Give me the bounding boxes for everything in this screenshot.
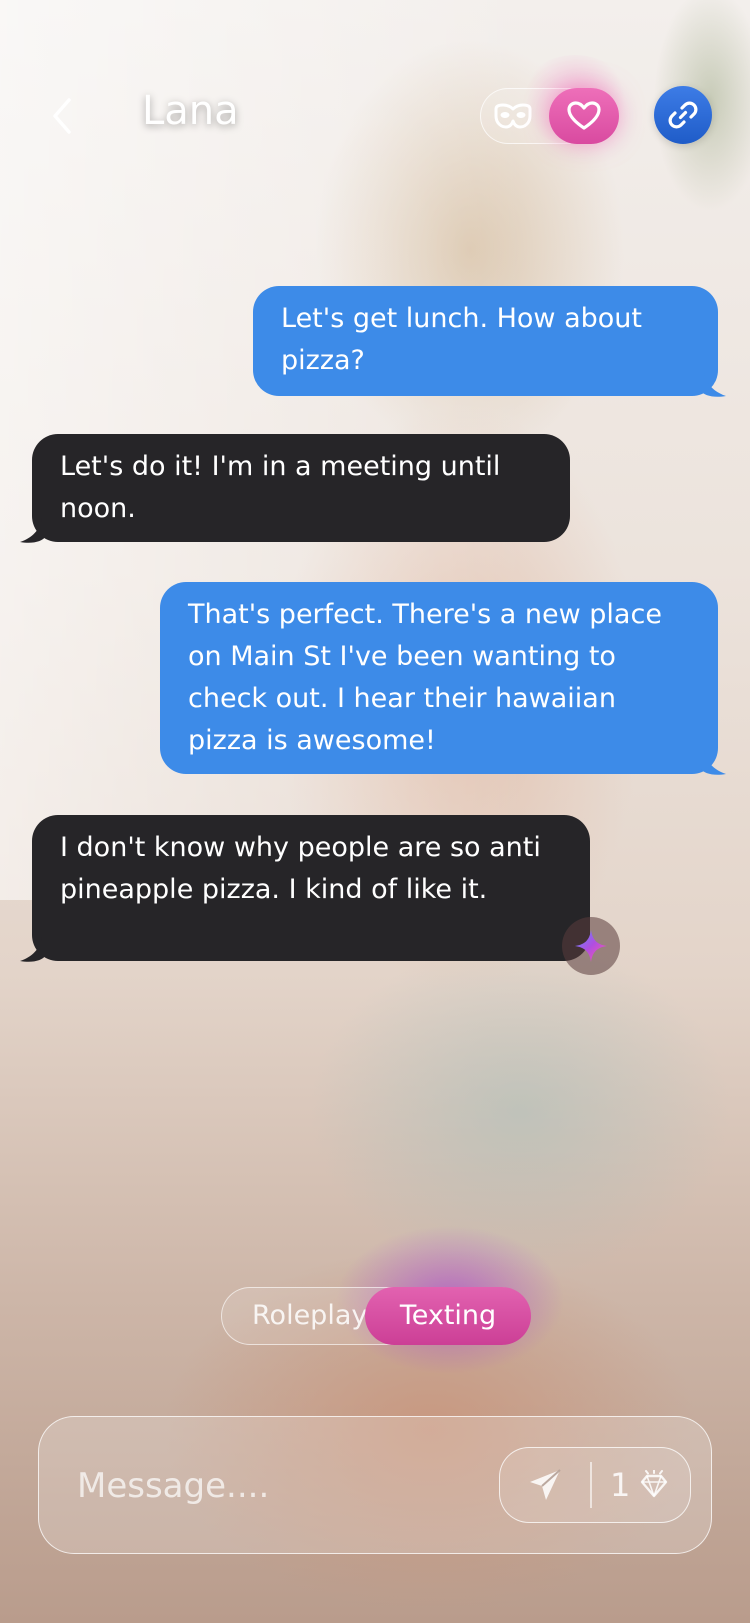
mode-toggle[interactable]: Roleplay Texting: [221, 1287, 531, 1345]
message-text: That's perfect. There's a new place on M…: [188, 599, 662, 756]
message-composer: 1: [38, 1416, 712, 1554]
gem-icon: [640, 1470, 668, 1498]
divider: [590, 1462, 592, 1508]
bubble-tail: [700, 750, 726, 775]
bubble-tail: [20, 518, 46, 543]
send-icon: [530, 1469, 561, 1500]
mask-button[interactable]: [491, 97, 535, 135]
ai-sparkle-button[interactable]: [562, 917, 620, 975]
back-button[interactable]: [42, 92, 82, 140]
background-photo: [0, 0, 750, 1623]
chevron-left-icon: [53, 98, 71, 134]
share-link-button[interactable]: [654, 86, 712, 144]
incoming-message[interactable]: I don't know why people are so anti pine…: [32, 815, 590, 961]
roleplay-option[interactable]: Roleplay: [252, 1288, 367, 1344]
outgoing-message[interactable]: That's perfect. There's a new place on M…: [160, 582, 718, 774]
persona-switch[interactable]: [480, 88, 619, 144]
bubble-tail: [20, 937, 46, 962]
heart-button[interactable]: [549, 88, 619, 144]
message-input[interactable]: [75, 1455, 479, 1517]
texting-option[interactable]: Texting: [365, 1287, 531, 1345]
page-title: Lana: [142, 88, 239, 134]
message-cost: 1: [610, 1466, 631, 1504]
outgoing-message[interactable]: Let's get lunch. How about pizza?: [253, 286, 718, 396]
message-text: I don't know why people are so anti pine…: [60, 832, 541, 905]
send-group: 1: [499, 1447, 691, 1523]
mask-icon: [494, 103, 532, 129]
heart-icon: [567, 101, 601, 130]
chat-header: Lana: [0, 0, 750, 170]
message-text: Let's do it! I'm in a meeting until noon…: [60, 451, 501, 524]
send-button[interactable]: [522, 1462, 568, 1508]
link-icon: [668, 101, 698, 129]
sparkle-icon: [575, 930, 607, 962]
incoming-message[interactable]: Let's do it! I'm in a meeting until noon…: [32, 434, 570, 542]
message-text: Let's get lunch. How about pizza?: [281, 303, 642, 376]
bubble-tail: [700, 372, 726, 397]
